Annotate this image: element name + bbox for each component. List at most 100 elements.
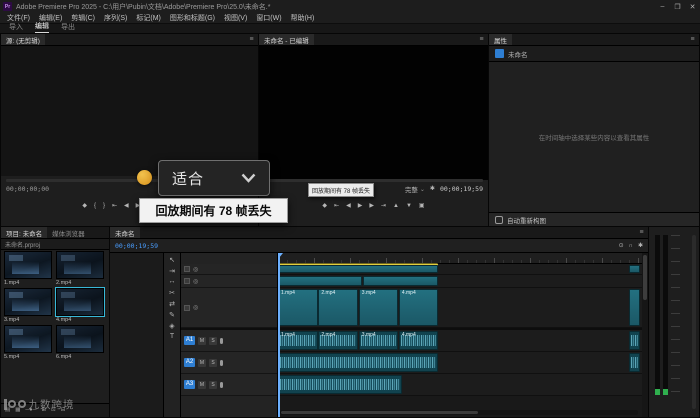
timeline-clip[interactable]	[629, 353, 640, 372]
mute-button[interactable]: M	[198, 381, 206, 389]
menu-item[interactable]: 窗口(W)	[256, 13, 281, 23]
toggle-track-output-icon[interactable]: ◎	[193, 304, 198, 311]
audio-lane-a1[interactable]: 1.mp42.mp43.mp44.mp4	[278, 330, 642, 352]
timeline-clip[interactable]	[363, 276, 438, 286]
timeline-clip[interactable]	[278, 265, 438, 273]
solo-button[interactable]: S	[209, 381, 217, 389]
clip-thumbnail[interactable]	[4, 251, 52, 279]
project-item[interactable]: 3.mp4	[4, 288, 52, 323]
timeline-clip[interactable]: 4.mp4	[399, 289, 438, 326]
audio-track-badge[interactable]: A3	[184, 380, 195, 389]
playhead[interactable]	[278, 253, 280, 417]
go-to-in-icon[interactable]: ⇤	[334, 203, 339, 209]
workspace-tab-edit[interactable]: 编辑	[35, 21, 49, 33]
timeline-clip[interactable]: 1.mp4	[278, 289, 318, 326]
timeline-clip[interactable]: 2.mp4	[318, 289, 358, 326]
settings-wrench-icon[interactable]: ✱	[430, 186, 435, 192]
source-current-timecode[interactable]: 00;00;00;00	[6, 185, 49, 193]
timeline-tab[interactable]: 未命名	[110, 227, 140, 238]
track-header-v3[interactable]: ◎	[181, 264, 277, 275]
solo-button[interactable]: S	[209, 337, 217, 345]
panel-menu-icon[interactable]: ≡	[475, 34, 488, 45]
timeline-clip[interactable]: 3.mp4	[359, 289, 398, 326]
audio-lane-a2[interactable]	[278, 352, 642, 374]
close-button[interactable]: ✕	[685, 3, 700, 11]
clip-thumbnail[interactable]	[56, 325, 104, 353]
toggle-track-output-icon[interactable]: ◎	[193, 266, 198, 273]
program-monitor-tab[interactable]: 未命名 - 已编辑	[259, 34, 314, 45]
zoom-fit-dropdown-zoomed[interactable]: 适合	[158, 160, 270, 196]
scrollbar[interactable]	[692, 235, 696, 409]
clip-thumbnail[interactable]	[4, 288, 52, 316]
mark-out-icon[interactable]: }	[103, 203, 105, 209]
mark-in-icon[interactable]: {	[94, 203, 96, 209]
timeline-clip[interactable]: 4.mp4	[399, 331, 438, 350]
timeline-clip[interactable]	[278, 353, 438, 372]
auto-reframe-action[interactable]: 自动重新构图	[489, 212, 699, 226]
timeline-clip[interactable]: 1.mp4	[278, 331, 318, 350]
toggle-track-output-icon[interactable]: ◎	[193, 278, 198, 285]
step-forward-icon[interactable]: ▶	[369, 203, 374, 209]
panel-menu-icon[interactable]: ≡	[635, 227, 648, 238]
track-header-v1[interactable]: ◎	[181, 288, 277, 328]
properties-sequence-row[interactable]: 未命名	[489, 46, 699, 62]
source-monitor-tab[interactable]: 源: (无剪辑)	[1, 34, 45, 45]
microphone-icon[interactable]	[220, 382, 223, 388]
audio-track-badge[interactable]: A1	[184, 336, 195, 345]
track-header-a3[interactable]: A3MS	[181, 374, 277, 396]
project-item[interactable]: 5.mp4	[4, 325, 52, 360]
toggle-sync-lock-icon[interactable]	[184, 305, 190, 311]
project-path[interactable]: 未命名.prproj	[1, 239, 109, 250]
menu-item[interactable]: 帮助(H)	[291, 13, 315, 23]
workspace-tab-export[interactable]: 导出	[61, 22, 75, 33]
go-to-in-icon[interactable]: ⇤	[112, 203, 117, 209]
nest-indicator-icon[interactable]: ⊙	[619, 243, 624, 249]
minimize-button[interactable]: –	[655, 3, 670, 10]
audio-lane-a3[interactable]	[278, 374, 642, 396]
project-item[interactable]: 1.mp4	[4, 251, 52, 286]
timeline-clip[interactable]: 2.mp4	[318, 331, 358, 350]
clip-thumbnail[interactable]	[56, 251, 104, 279]
track-header-a2[interactable]: A2MS	[181, 352, 277, 374]
project-item[interactable]: 4.mp4	[56, 288, 104, 323]
timeline-vertical-scrollbar[interactable]	[642, 253, 648, 417]
program-scrub-bar[interactable]	[264, 179, 483, 182]
selection-tool[interactable]: ↖	[169, 255, 175, 264]
solo-button[interactable]: S	[209, 359, 217, 367]
track-header-a1[interactable]: A1MS	[181, 330, 277, 352]
toggle-sync-lock-icon[interactable]	[184, 278, 190, 284]
timeline-playhead-timecode[interactable]: 00;00;19;59	[115, 242, 158, 250]
maximize-button[interactable]: ❐	[670, 3, 685, 11]
pen-tool[interactable]: ✎	[169, 310, 175, 319]
ripple-edit-tool[interactable]: ↔	[169, 277, 176, 286]
mute-button[interactable]: M	[198, 359, 206, 367]
video-lane-v2[interactable]	[278, 275, 642, 288]
snap-icon[interactable]: ∩	[629, 243, 633, 249]
timeline-horizontal-scrollbar[interactable]	[280, 410, 638, 415]
timeline-clip[interactable]	[629, 289, 640, 326]
project-tab[interactable]: 项目: 未命名	[1, 227, 47, 238]
toggle-sync-lock-icon[interactable]	[184, 266, 190, 272]
project-item[interactable]: 6.mp4	[56, 325, 104, 360]
razor-tool[interactable]: ✂	[169, 288, 175, 297]
timeline-clip[interactable]	[629, 331, 640, 350]
extract-icon[interactable]: ▼	[406, 203, 412, 209]
menu-item[interactable]: 图形和标题(G)	[170, 13, 215, 23]
track-header-v2[interactable]: ◎	[181, 275, 277, 288]
playback-resolution-dropdown[interactable]: 完整 ⌄	[405, 184, 425, 194]
menu-item[interactable]: 视图(V)	[224, 13, 247, 23]
clip-thumbnail[interactable]	[4, 325, 52, 353]
microphone-icon[interactable]	[220, 360, 223, 366]
timeline-settings-icon[interactable]: ✱	[638, 243, 643, 249]
play-button-icon[interactable]: ▶	[358, 203, 363, 209]
timeline-clip[interactable]	[278, 375, 402, 394]
video-lane-v1[interactable]: 1.mp42.mp43.mp44.mp4	[278, 288, 642, 328]
project-item[interactable]: 2.mp4	[56, 251, 104, 286]
panel-menu-icon[interactable]: ≡	[245, 34, 258, 45]
type-tool[interactable]: T	[170, 332, 174, 341]
timeline-clip[interactable]	[278, 276, 362, 286]
video-lane-v3[interactable]	[278, 264, 642, 275]
media-browser-tab[interactable]: 媒体浏览器	[47, 227, 90, 238]
track-select-forward-tool[interactable]: ⇥	[169, 266, 175, 275]
lift-icon[interactable]: ▲	[393, 203, 399, 209]
